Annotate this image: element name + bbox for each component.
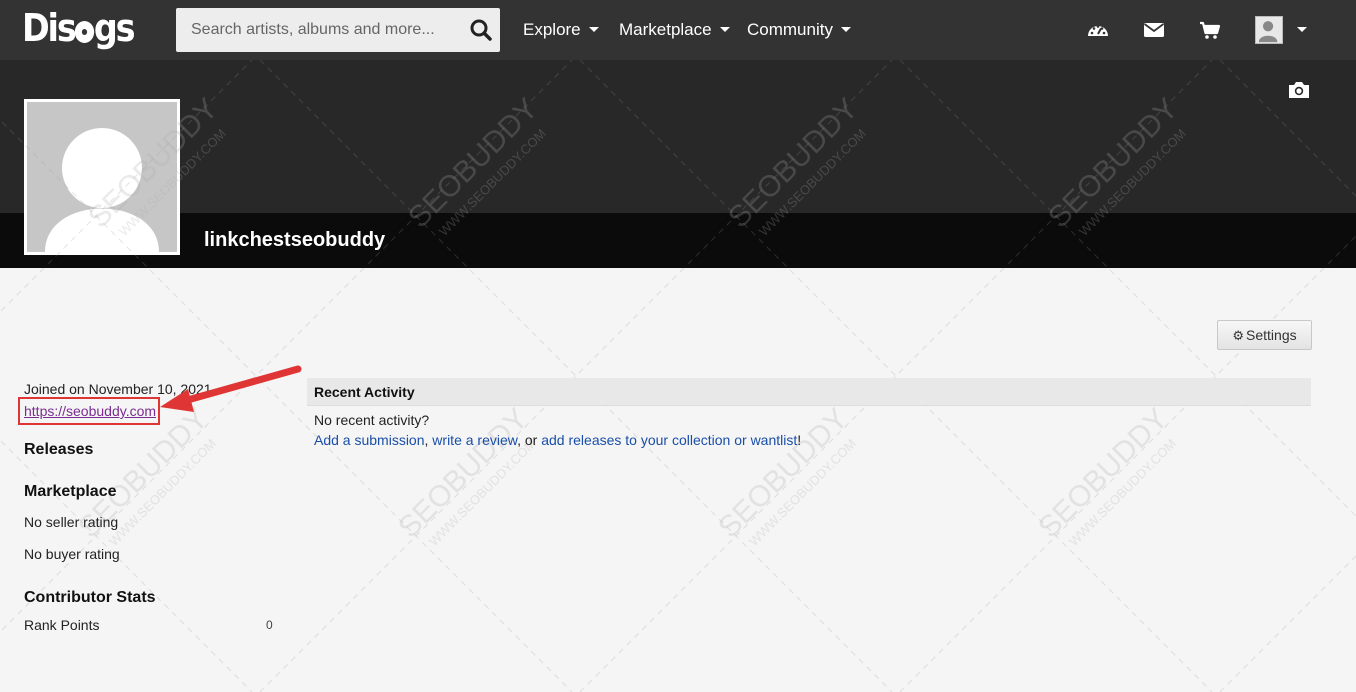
buyer-rating: No buyer rating [24, 546, 120, 562]
watermark-stamp: SEOBUDDYWWW.SEOBUDDY.COM [1032, 402, 1179, 549]
marketplace-menu[interactable]: Marketplace [619, 0, 730, 60]
user-avatar[interactable] [1255, 16, 1283, 44]
chevron-down-icon [840, 27, 851, 32]
top-navbar: Disgs Explore Marketplace Community [0, 0, 1356, 60]
watermark-subtext: WWW.SEOBUDDY.COM [106, 436, 219, 549]
rank-points-value: 0 [266, 618, 273, 632]
marketplace-heading: Marketplace [24, 483, 117, 500]
releases-heading: Releases [24, 441, 94, 458]
recent-activity-title: Recent Activity [314, 384, 415, 400]
rank-points-label: Rank Points [24, 617, 100, 633]
add-submission-link[interactable]: Add a submission [314, 432, 425, 448]
disc-logo-mark [74, 21, 94, 43]
dashboard-icon[interactable] [1086, 18, 1110, 42]
joined-date: Joined on November 10, 2021 [24, 381, 212, 397]
profile-avatar[interactable] [24, 99, 180, 255]
write-review-link[interactable]: write a review [432, 432, 517, 448]
user-silhouette-icon [1258, 21, 1278, 43]
user-menu-chevron-icon[interactable] [1297, 27, 1307, 32]
watermark-stamp: SEOBUDDYWWW.SEOBUDDY.COM [72, 402, 219, 549]
profile-username: linkchestseobuddy [204, 229, 386, 251]
profile-banner [0, 60, 1356, 213]
watermark-text: SEOBUDDY [712, 402, 854, 544]
recent-activity-header: Recent Activity [307, 378, 1311, 406]
activity-suggestions: Add a submission, write a review, or add… [314, 432, 801, 448]
gear-icon: ⚙ [1232, 328, 1245, 343]
seller-rating: No seller rating [24, 514, 119, 530]
contributor-stats-heading: Contributor Stats [24, 589, 156, 606]
separator-text: , or [517, 432, 542, 448]
explore-menu-label: Explore [523, 20, 581, 39]
watermark-stamp: SEOBUDDYWWW.SEOBUDDY.COM [712, 402, 859, 549]
community-menu[interactable]: Community [747, 0, 851, 60]
watermark-subtext: WWW.SEOBUDDY.COM [426, 436, 539, 549]
search-box [176, 8, 500, 52]
no-activity-text: No recent activity? [314, 412, 430, 428]
watermark-text: SEOBUDDY [1032, 402, 1174, 544]
settings-button[interactable]: ⚙ Settings [1217, 320, 1312, 350]
camera-icon[interactable] [1288, 80, 1310, 100]
search-input[interactable] [176, 8, 456, 52]
chevron-down-icon [719, 27, 730, 32]
watermark-subtext: WWW.SEOBUDDY.COM [746, 436, 859, 549]
community-menu-label: Community [747, 20, 833, 39]
ending-punctuation: ! [797, 432, 802, 448]
highlight-box [18, 397, 160, 425]
settings-label: Settings [1246, 327, 1297, 343]
add-to-collection-link[interactable]: add releases to your collection or wantl… [541, 432, 797, 448]
explore-menu[interactable]: Explore [523, 0, 599, 60]
default-avatar-silhouette [45, 128, 159, 252]
envelope-icon[interactable] [1142, 18, 1166, 42]
chevron-down-icon [588, 27, 599, 32]
discogs-logo[interactable]: Dis gs [22, 6, 136, 50]
marketplace-menu-label: Marketplace [619, 20, 712, 39]
watermark-subtext: WWW.SEOBUDDY.COM [1066, 436, 1179, 549]
cart-icon[interactable] [1198, 18, 1222, 42]
search-icon[interactable] [468, 17, 494, 43]
